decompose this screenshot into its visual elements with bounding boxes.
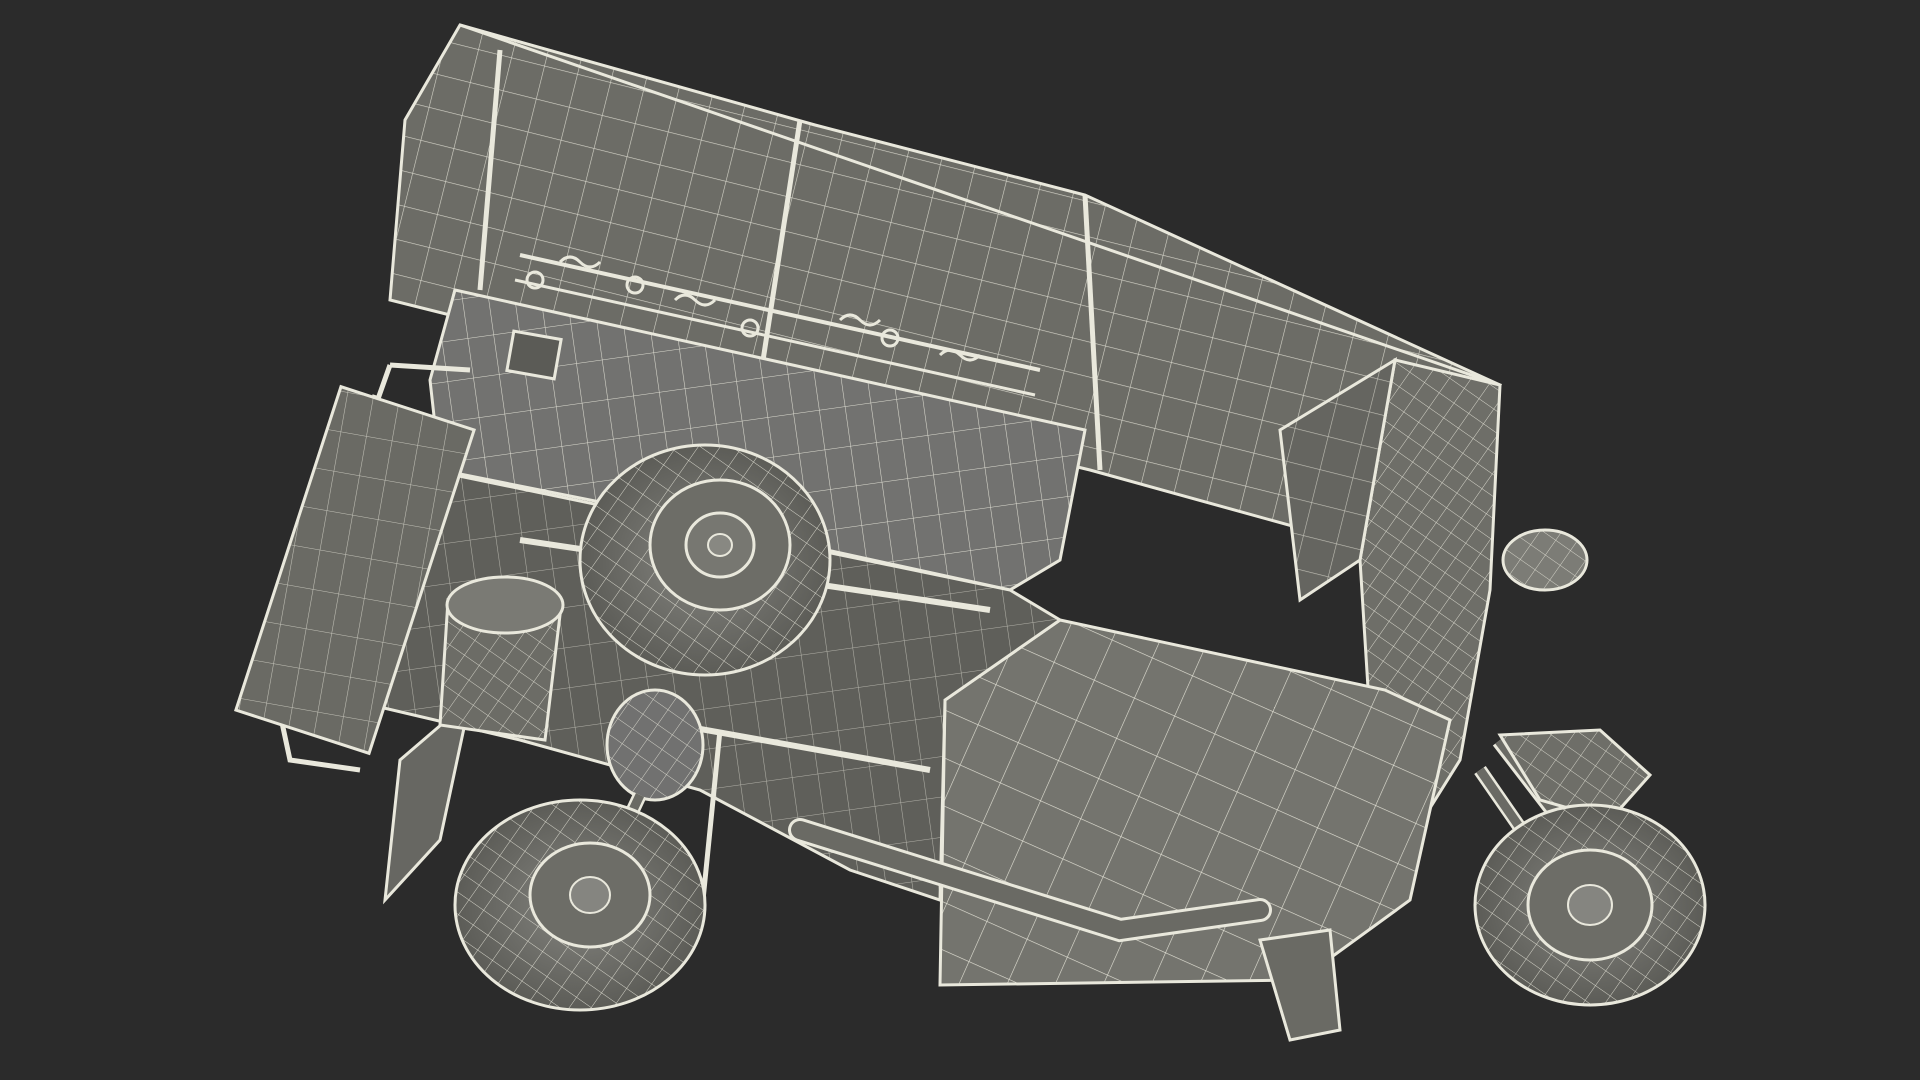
front-wheel: [1473, 803, 1707, 1007]
wireframe-render: [234, 23, 1707, 1042]
headlight: [1501, 528, 1589, 592]
air-filter-canister: [438, 575, 565, 742]
rear-wheel: [453, 798, 707, 1012]
3d-viewport[interactable]: [0, 0, 1920, 1080]
side-step: [1258, 928, 1342, 1042]
mudflap: [383, 695, 473, 905]
spare-wheel: [578, 443, 832, 677]
